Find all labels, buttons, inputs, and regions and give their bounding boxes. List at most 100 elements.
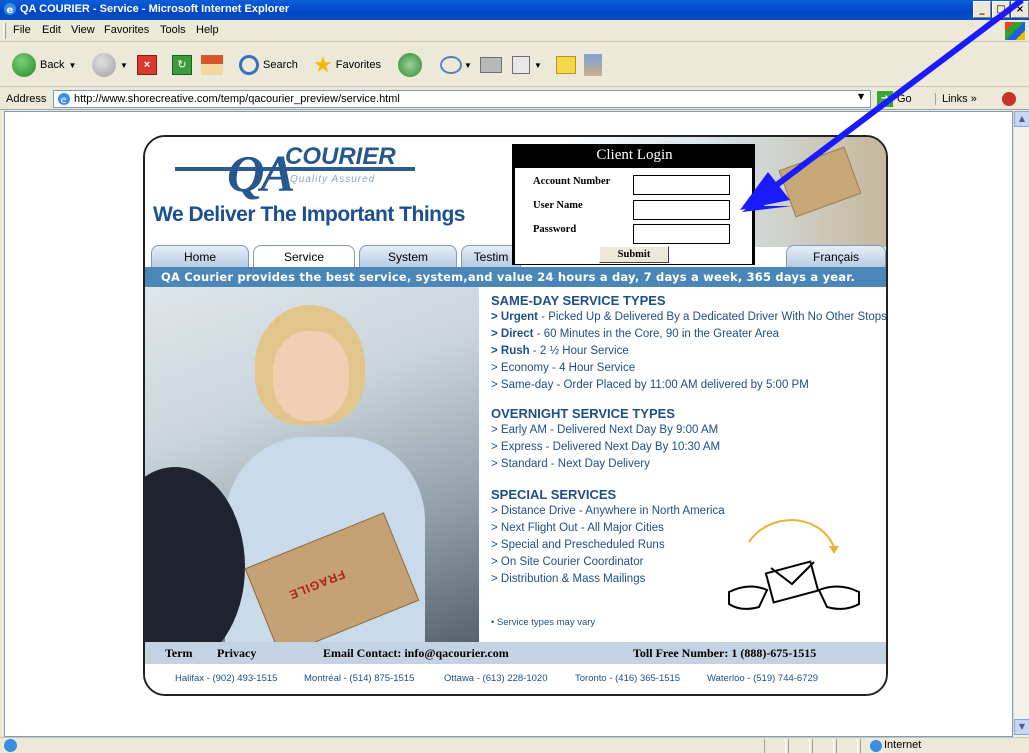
woman-with-package-photo: FRAGILE bbox=[145, 287, 479, 642]
links-button[interactable]: Links » bbox=[935, 93, 977, 105]
tab-system[interactable]: System bbox=[359, 245, 457, 267]
favorites-button[interactable]: ★ Favorites bbox=[313, 49, 381, 81]
title-bar: e QA COURIER - Service - Microsoft Inter… bbox=[0, 0, 1029, 20]
vertical-scrollbar[interactable]: ▲ ▼ bbox=[1013, 111, 1029, 737]
list-item: > On Site Courier Coordinator bbox=[491, 556, 644, 568]
standard-toolbar: Back ▼ ▼ × ↻ Search ★ Favorites ▼ ▼ bbox=[0, 43, 1029, 87]
back-button[interactable]: Back ▼ bbox=[12, 49, 76, 81]
logo-courier: COURIER bbox=[285, 143, 396, 170]
status-segment bbox=[812, 739, 834, 753]
account-number-label: Account Number bbox=[533, 176, 611, 187]
tab-home[interactable]: Home bbox=[151, 245, 249, 267]
minimize-button[interactable]: _ bbox=[973, 1, 991, 18]
stop-button[interactable]: × bbox=[137, 49, 157, 81]
forward-arrow-icon bbox=[92, 53, 116, 77]
service-content: SAME-DAY SERVICE TYPES > Urgent - Picked… bbox=[479, 287, 887, 642]
history-icon bbox=[398, 53, 422, 77]
extra-tool-icon[interactable] bbox=[1002, 92, 1016, 106]
list-item: > Same-day - Order Placed by 11:00 AM de… bbox=[491, 379, 809, 391]
history-button[interactable] bbox=[398, 49, 422, 81]
menu-favorites[interactable]: Favorites bbox=[104, 24, 149, 36]
scroll-up-icon[interactable]: ▲ bbox=[1014, 111, 1029, 127]
list-item: > Early AM - Delivered Next Day By 9:00 … bbox=[491, 424, 719, 436]
menu-view[interactable]: View bbox=[71, 24, 95, 36]
login-form: Account Number User Name Password Submit bbox=[515, 168, 752, 264]
scroll-down-icon[interactable]: ▼ bbox=[1014, 719, 1029, 735]
home-button[interactable] bbox=[201, 49, 223, 81]
browser-viewport: QA COURIER Quality Assured We Deliver Th… bbox=[4, 111, 1013, 737]
user-name-input[interactable] bbox=[633, 200, 730, 220]
menu-help[interactable]: Help bbox=[196, 24, 219, 36]
address-dropdown-icon[interactable]: ▼ bbox=[858, 92, 864, 101]
list-item: > Distribution & Mass Mailings bbox=[491, 573, 646, 585]
footer: Term Privacy Email Contact: info@qacouri… bbox=[145, 642, 886, 694]
go-arrow-icon: ➔ bbox=[877, 91, 893, 107]
forward-button[interactable]: ▼ bbox=[92, 49, 128, 81]
status-segment bbox=[788, 739, 810, 753]
list-item: > Direct - 60 Minutes in the Core, 90 in… bbox=[491, 328, 779, 340]
refresh-icon: ↻ bbox=[172, 55, 192, 75]
list-item: > Distance Drive - Anywhere in North Ame… bbox=[491, 505, 725, 517]
address-url: http://www.shorecreative.com/temp/qacour… bbox=[74, 93, 400, 105]
maximize-button[interactable]: □ bbox=[992, 1, 1010, 18]
windows-logo bbox=[1005, 22, 1025, 40]
address-input[interactable]: e http://www.shorecreative.com/temp/qaco… bbox=[53, 90, 871, 108]
fragile-label: FRAGILE bbox=[286, 567, 348, 603]
back-arrow-icon bbox=[12, 53, 36, 77]
edit-dropdown-icon[interactable]: ▼ bbox=[534, 61, 542, 70]
close-button[interactable]: × bbox=[1011, 1, 1029, 18]
forward-dropdown-icon[interactable]: ▼ bbox=[120, 61, 128, 70]
submit-button[interactable]: Submit bbox=[599, 246, 669, 263]
svg-text:e: e bbox=[7, 5, 14, 16]
section-title-overnight: OVERNIGHT SERVICE TYPES bbox=[491, 406, 675, 421]
status-segment bbox=[836, 739, 858, 753]
logo-qa: QA bbox=[227, 146, 295, 203]
favorites-star-icon: ★ bbox=[313, 52, 333, 77]
city-halifax: Halifax - (902) 493-1515 bbox=[175, 673, 278, 684]
edit-button[interactable]: ▼ bbox=[512, 49, 542, 81]
back-dropdown-icon[interactable]: ▼ bbox=[68, 61, 76, 70]
discuss-icon bbox=[556, 56, 576, 74]
address-label: Address bbox=[6, 93, 47, 105]
print-icon bbox=[480, 57, 502, 73]
tagline: We Deliver The Important Things bbox=[153, 203, 466, 226]
edit-icon bbox=[512, 56, 530, 74]
discuss-button[interactable] bbox=[556, 49, 576, 81]
tab-francais[interactable]: Français bbox=[786, 245, 886, 267]
chevron-right-icon: » bbox=[970, 93, 977, 105]
service-banner: QA Courier provides the best service, sy… bbox=[145, 267, 886, 287]
messenger-button[interactable] bbox=[584, 49, 602, 81]
envelope-hands-icon bbox=[728, 519, 860, 610]
section-title-same-day: SAME-DAY SERVICE TYPES bbox=[491, 293, 666, 308]
tab-service[interactable]: Service bbox=[253, 245, 355, 267]
menu-edit[interactable]: Edit bbox=[42, 24, 61, 36]
login-title: Client Login bbox=[596, 147, 673, 163]
menu-file[interactable]: File bbox=[13, 24, 31, 36]
go-button[interactable]: ➔ Go bbox=[877, 91, 912, 107]
email-contact[interactable]: Email Contact: info@qacourier.com bbox=[323, 646, 509, 661]
list-item: > Urgent - Picked Up & Delivered By a De… bbox=[491, 311, 887, 323]
menu-tools[interactable]: Tools bbox=[160, 24, 186, 36]
search-button[interactable]: Search bbox=[239, 49, 298, 81]
mail-button[interactable]: ▼ bbox=[440, 49, 472, 81]
privacy-link[interactable]: Privacy bbox=[217, 646, 256, 661]
list-item: > Next Flight Out - All Major Cities bbox=[491, 522, 664, 534]
links-label: Links bbox=[942, 93, 968, 105]
internet-zone-icon bbox=[870, 740, 882, 752]
logo-subtitle: Quality Assured bbox=[290, 174, 376, 185]
city-montreal: Montréal - (514) 875-1515 bbox=[304, 673, 415, 684]
term-link[interactable]: Term bbox=[165, 646, 193, 661]
city-ottawa: Ottawa - (613) 228-1020 bbox=[444, 673, 548, 684]
list-item: > Economy - 4 Hour Service bbox=[491, 362, 636, 374]
mail-dropdown-icon[interactable]: ▼ bbox=[464, 61, 472, 70]
account-number-input[interactable] bbox=[633, 175, 730, 195]
section-title-special: SPECIAL SERVICES bbox=[491, 487, 617, 502]
refresh-button[interactable]: ↻ bbox=[172, 49, 192, 81]
status-zone-label: Internet bbox=[884, 739, 922, 751]
page-icon: e bbox=[58, 93, 70, 106]
password-input[interactable] bbox=[633, 224, 730, 244]
status-segment bbox=[764, 739, 786, 753]
go-label: Go bbox=[897, 93, 912, 105]
print-button[interactable] bbox=[480, 49, 502, 81]
home-icon bbox=[201, 55, 223, 75]
